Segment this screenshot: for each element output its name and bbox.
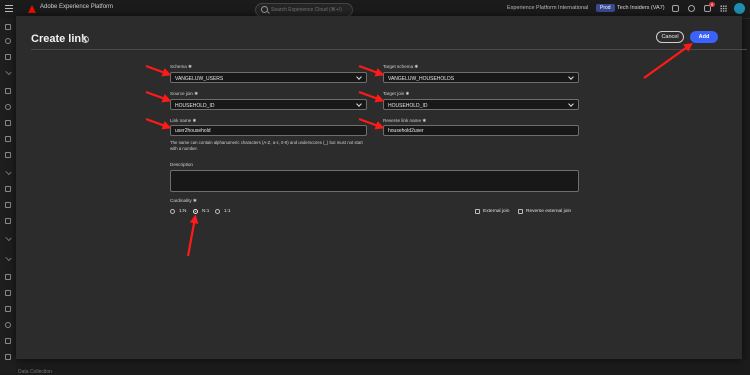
journey-icon[interactable] [5,88,11,94]
cardinality-radio-n1[interactable] [193,209,198,214]
description-input[interactable] [170,170,579,192]
reverse-external-join-checkbox[interactable] [518,209,523,214]
dialog-title: Create link [31,33,88,45]
chevron-down-icon[interactable] [5,168,12,176]
target-schema-select[interactable]: VANGELUW_HOUSEHOLDS [383,72,579,83]
dataset-icon[interactable] [5,136,11,142]
chevron-down-icon [568,74,574,80]
permissions-icon[interactable] [5,306,11,312]
chevron-down-icon[interactable] [5,254,12,262]
location-icon[interactable] [5,104,11,110]
external-join-label[interactable]: External join [483,209,509,214]
monitor-icon[interactable] [5,152,11,158]
profile-icon[interactable] [5,54,11,60]
target-schema-value: VANGELUW_HOUSEHOLDS [388,75,455,82]
menu-icon[interactable] [5,5,13,12]
schema-select[interactable]: VANGELUW_USERS [170,72,367,83]
target-join-select[interactable]: HOUSEHOLD_ID [383,99,579,110]
tag-icon[interactable] [5,354,11,360]
link-icon[interactable] [5,338,11,344]
cardinality-option-1n[interactable]: 1:N [179,209,186,214]
adobe-logo-icon [28,5,36,13]
chat-icon[interactable] [672,5,679,12]
code-icon[interactable] [5,24,11,30]
cancel-button[interactable]: Cancel [656,31,684,43]
cardinality-radio-1n[interactable] [170,209,175,214]
apps-icon[interactable] [5,290,11,296]
add-button[interactable]: Add [690,31,718,43]
notification-badge: 9 [709,2,715,7]
left-nav-rail [0,18,16,374]
source-join-select[interactable]: HOUSEHOLD_ID [170,99,367,110]
chevron-down-icon [568,101,574,107]
header-divider [31,49,747,50]
chevron-down-icon [356,101,362,107]
target-schema-label: Target schema ✱ [383,64,419,69]
users-icon[interactable] [5,322,11,328]
database-icon[interactable] [5,120,11,126]
external-join-checkbox[interactable] [475,209,480,214]
apps-grid-icon[interactable] [720,5,727,12]
target-join-value: HOUSEHOLD_ID [388,102,428,109]
reverse-link-name-input[interactable] [383,125,579,136]
user-icon[interactable] [5,38,11,44]
schema-value: VANGELUW_USERS [175,75,224,82]
connection-icon[interactable] [5,186,11,192]
source-icon[interactable] [5,202,11,208]
cardinality-label: Cardinality ✱ [170,198,197,203]
search-box[interactable] [255,3,353,17]
schema-label: Schema ✱ [170,64,192,69]
chevron-down-icon[interactable] [5,234,12,242]
cardinality-option-n1[interactable]: N:1 [202,209,209,214]
cardinality-option-11[interactable]: 1:1 [224,209,231,214]
target-join-label: Target join ✱ [383,91,410,96]
app-title[interactable]: Adobe Experience Platform [40,4,113,10]
org-name[interactable]: Experience Platform International [507,5,588,11]
prod-badge: Prod [596,4,615,12]
link-name-input[interactable] [170,125,367,136]
link-name-label: Link name ✱ [170,118,197,123]
avatar[interactable] [734,3,745,14]
chevron-down-icon[interactable] [5,68,12,76]
reverse-link-name-label: Reverse link name ✱ [383,118,427,123]
search-icon [261,6,268,13]
sandbox-switcher[interactable]: Tech Insiders (VA7) [617,5,665,11]
cardinality-radio-11[interactable] [215,209,220,214]
bottom-nav-text[interactable]: Data Collection [18,369,52,375]
source-join-value: HOUSEHOLD_ID [175,102,215,109]
search-input[interactable] [271,4,349,16]
description-label: Description [170,162,193,167]
create-link-dialog: Create link Cancel Add Schema ✱ VANGELUW… [16,16,747,359]
alert-icon[interactable] [5,274,11,280]
source-join-label: Source join ✱ [170,91,199,96]
info-icon[interactable] [82,36,89,43]
reverse-external-join-label[interactable]: Reverse external join [526,209,571,214]
destination-icon[interactable] [5,218,11,224]
link-name-help-text: The name can contain alphanumeric charac… [170,140,363,151]
chevron-down-icon [356,74,362,80]
help-icon[interactable] [688,5,695,12]
